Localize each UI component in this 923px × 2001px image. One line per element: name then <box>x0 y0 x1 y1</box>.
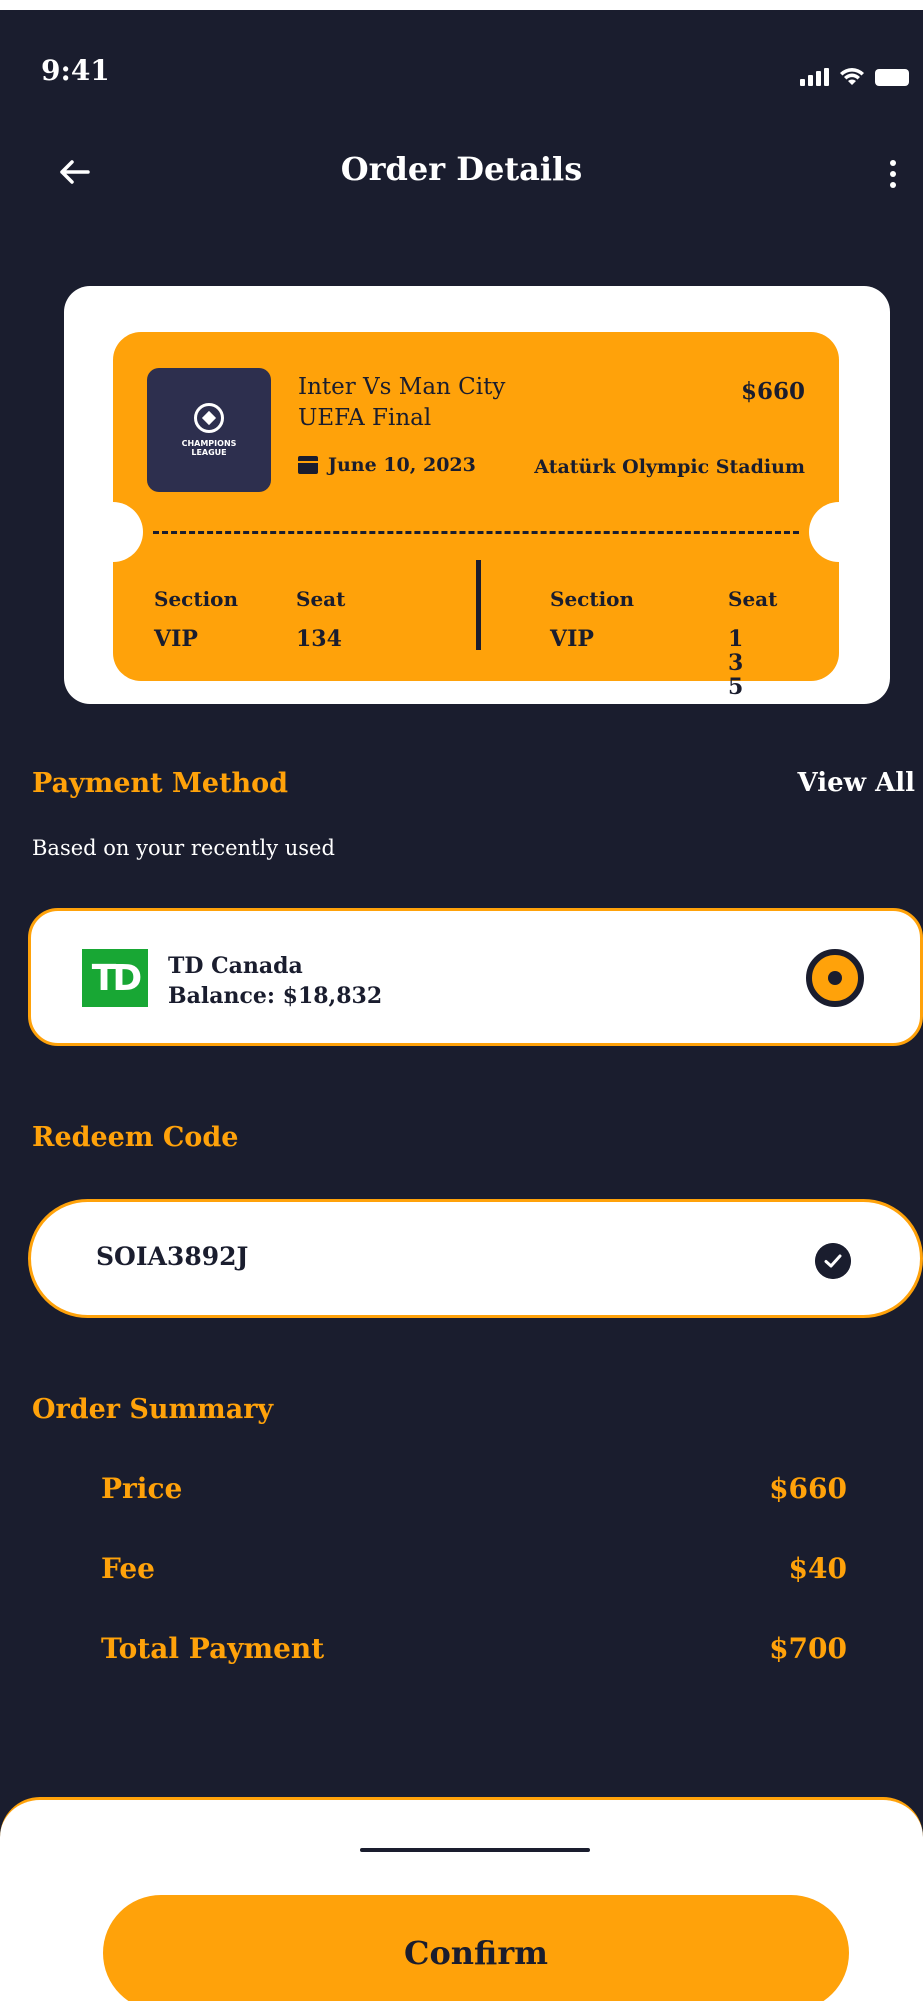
left-section-value: VIP <box>154 626 198 652</box>
radio-selected-icon[interactable] <box>806 949 864 1007</box>
match-date: June 10, 2023 <box>298 454 476 476</box>
match-venue: Atatürk Olympic Stadium <box>534 456 805 478</box>
app-screen: 9:41 Order Details CHAMPIONS LEAGUE Inte <box>0 10 923 2001</box>
match-date-text: June 10, 2023 <box>328 454 476 476</box>
right-section: Section VIP <box>550 579 634 659</box>
left-section: Section VIP <box>154 579 238 659</box>
summary-label: Fee <box>101 1552 155 1585</box>
summary-row-price: Price $660 <box>101 1472 847 1505</box>
summary-value: $40 <box>788 1552 847 1585</box>
ticket-notch-left <box>83 502 143 562</box>
ticket-card: CHAMPIONS LEAGUE Inter Vs Man City UEFA … <box>64 286 890 704</box>
match-competition: UEFA Final <box>298 405 432 431</box>
bank-info: TD Canada Balance: $18,832 <box>168 951 382 1011</box>
more-vertical-icon[interactable] <box>883 160 903 200</box>
left-seat-value: 134 <box>296 626 342 652</box>
right-seat-label: Seat <box>728 587 778 611</box>
redeem-code-title: Redeem Code <box>32 1122 239 1153</box>
order-summary-title: Order Summary <box>32 1394 274 1425</box>
view-all-link[interactable]: View All <box>798 768 916 798</box>
confirm-button[interactable]: Confirm <box>103 1895 849 2001</box>
summary-value: $700 <box>769 1632 847 1665</box>
match-teams: Inter Vs Man City <box>298 374 506 400</box>
calendar-icon <box>298 456 318 474</box>
summary-label: Price <box>101 1472 183 1505</box>
bank-balance: Balance: $18,832 <box>168 983 383 1009</box>
champions-league-ball-icon <box>194 403 224 433</box>
summary-label: Total Payment <box>101 1632 325 1665</box>
ticket[interactable]: CHAMPIONS LEAGUE Inter Vs Man City UEFA … <box>83 332 869 699</box>
summary-value: $660 <box>769 1472 847 1505</box>
ticket-notch-right <box>809 502 869 562</box>
payment-method-title: Payment Method <box>32 768 289 799</box>
status-time: 9:41 <box>41 54 110 87</box>
summary-row-total: Total Payment $700 <box>101 1632 847 1665</box>
champions-league-logo: CHAMPIONS LEAGUE <box>147 368 271 492</box>
bank-name: TD Canada <box>168 953 303 979</box>
signal-icon <box>800 68 829 86</box>
left-section-label: Section <box>154 587 239 611</box>
wifi-icon <box>840 68 864 85</box>
left-seat-label: Seat <box>296 587 346 611</box>
champions-league-logo-text: CHAMPIONS LEAGUE <box>181 439 237 457</box>
seat-divider <box>476 560 481 650</box>
bottom-sheet: Confirm <box>0 1797 923 2001</box>
summary-row-fee: Fee $40 <box>101 1552 847 1585</box>
battery-icon <box>875 69 909 86</box>
td-bank-logo: TD <box>82 949 148 1007</box>
screen: 9:41 Order Details CHAMPIONS LEAGUE Inte <box>0 0 923 2001</box>
right-seat-value: 135 <box>728 626 744 700</box>
status-icons <box>800 66 909 86</box>
redeem-code-field[interactable]: SOIA3892J <box>28 1199 923 1318</box>
sheet-handle[interactable] <box>360 1848 590 1852</box>
match-title: Inter Vs Man City UEFA Final <box>298 372 505 434</box>
page-title: Order Details <box>340 150 583 188</box>
ticket-price: $660 <box>740 378 805 405</box>
payment-option-td-canada[interactable]: TD TD Canada Balance: $18,832 <box>28 908 923 1046</box>
left-seat: Seat 134 <box>296 579 345 659</box>
redeem-code-value: SOIA3892J <box>96 1242 249 1271</box>
ticket-perforation <box>153 531 799 534</box>
right-section-value: VIP <box>550 626 594 652</box>
check-circle-icon <box>815 1243 851 1279</box>
right-section-label: Section <box>550 587 635 611</box>
right-seat: Seat 135 <box>728 579 777 699</box>
payment-subtitle: Based on your recently used <box>32 836 335 860</box>
